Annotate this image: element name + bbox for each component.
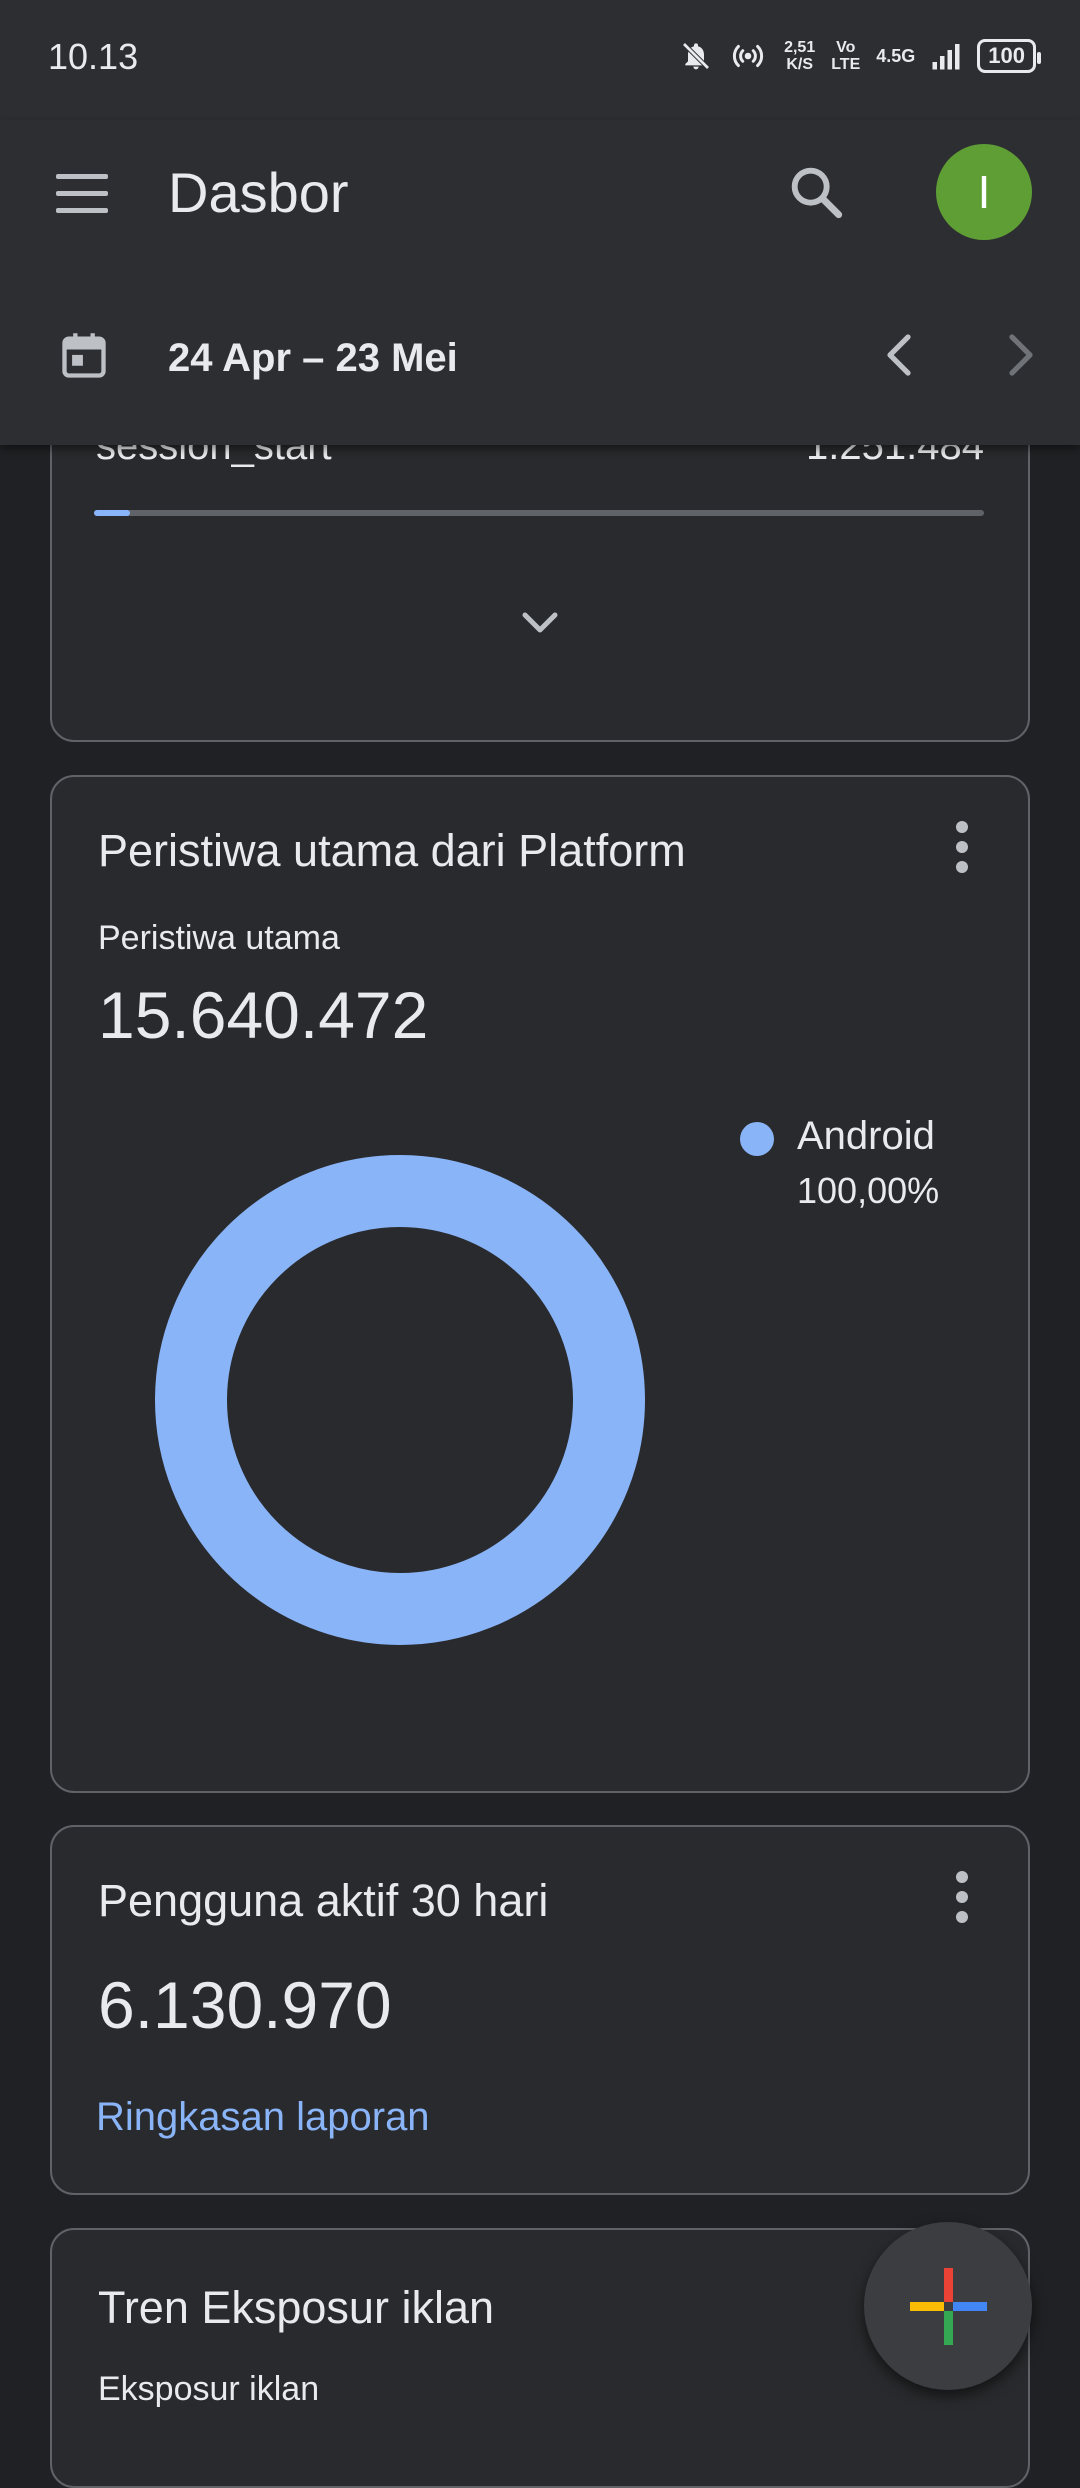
more-vert-icon[interactable] bbox=[942, 1867, 982, 1927]
chevron-left-icon[interactable] bbox=[880, 330, 920, 380]
notifications-off-icon bbox=[682, 42, 710, 70]
card-title: Peristiwa utama dari Platform bbox=[98, 825, 686, 876]
volte-indicator: Vo LTE bbox=[831, 39, 861, 73]
network-type: 4.5G bbox=[876, 45, 916, 66]
card-title: Tren Eksposur iklan bbox=[98, 2282, 494, 2333]
battery-indicator: 100 bbox=[977, 39, 1041, 73]
card-title: Pengguna aktif 30 hari bbox=[98, 1875, 549, 1926]
metric-label: Eksposur iklan bbox=[98, 2370, 320, 2408]
event-progress-track bbox=[94, 510, 984, 516]
menu-icon[interactable] bbox=[52, 172, 112, 216]
date-range[interactable]: 24 Apr – 23 Mei bbox=[168, 336, 458, 381]
chevron-right-icon[interactable] bbox=[1000, 330, 1040, 380]
app-bar bbox=[0, 120, 1080, 445]
legend-value: 100,00% bbox=[797, 1170, 940, 1211]
more-vert-icon[interactable] bbox=[942, 817, 982, 877]
metric-value: 6.130.970 bbox=[98, 1968, 392, 2042]
metric-label: Peristiwa utama bbox=[98, 919, 340, 957]
signal-icon bbox=[932, 44, 960, 70]
plus-icon bbox=[910, 2268, 987, 2345]
net-speed: 2,51 K/S bbox=[784, 39, 816, 73]
event-progress-fill bbox=[94, 510, 130, 516]
status-icons: 2,51 K/S Vo LTE 4.5G 100 bbox=[680, 34, 1041, 78]
status-time: 10.13 bbox=[48, 36, 139, 77]
report-summary-link[interactable]: Ringkasan laporan bbox=[96, 2095, 430, 2140]
hotspot-icon bbox=[733, 44, 764, 68]
calendar-icon[interactable] bbox=[58, 330, 110, 382]
add-fab-button[interactable] bbox=[864, 2222, 1032, 2390]
avatar[interactable]: I bbox=[936, 144, 1032, 240]
donut-slice-android bbox=[155, 1155, 645, 1645]
page-title: Dasbor bbox=[168, 161, 349, 224]
search-icon[interactable] bbox=[784, 160, 848, 224]
legend-label: Android bbox=[797, 1114, 935, 1158]
platform-donut-chart bbox=[155, 1155, 645, 1645]
chevron-down-icon[interactable] bbox=[510, 600, 570, 650]
legend-swatch bbox=[740, 1122, 774, 1156]
metric-value: 15.640.472 bbox=[98, 978, 429, 1052]
